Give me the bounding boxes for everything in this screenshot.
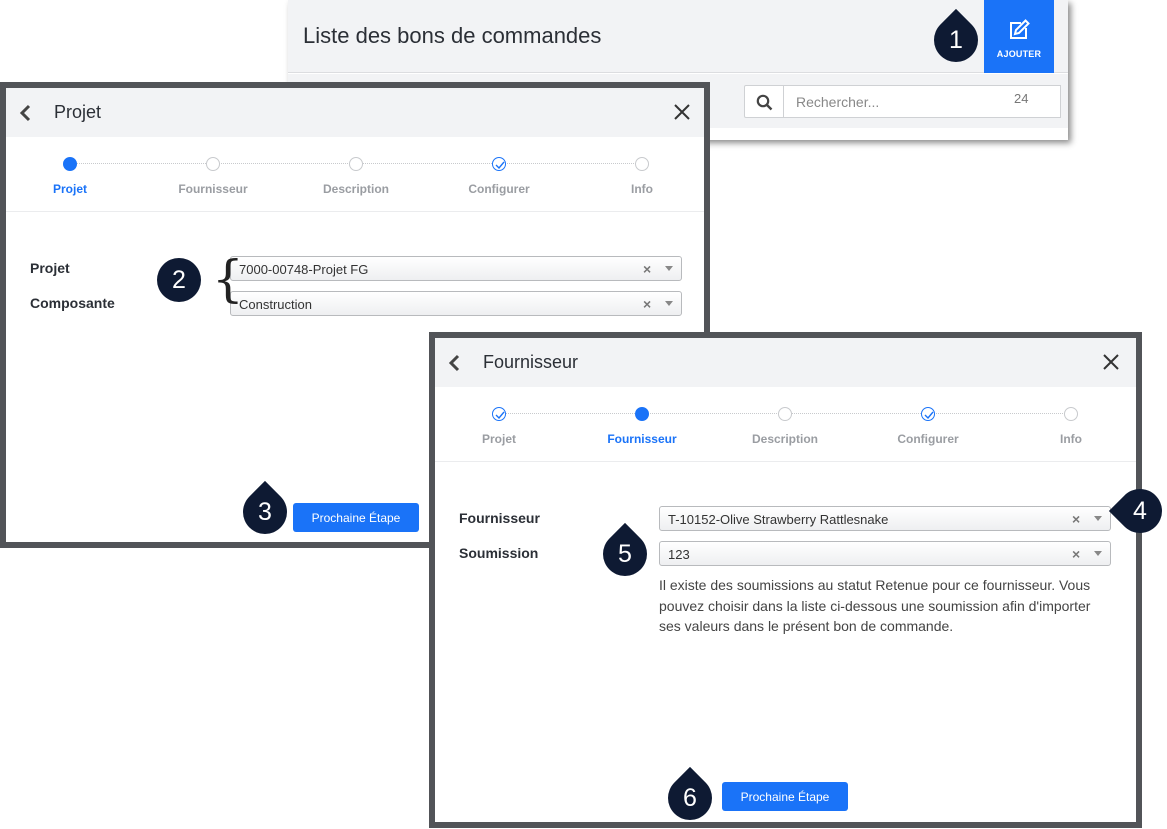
search-button[interactable] [744,85,784,118]
next-step-button[interactable]: Prochaine Étape [722,782,848,811]
step-description[interactable]: Description [725,407,845,446]
step-dot [778,407,792,421]
step-label: Configurer [468,182,530,196]
stepper: Projet Fournisseur Description Configure… [6,137,704,212]
caret-icon[interactable] [665,266,673,271]
page-title: Liste des bons de commandes [303,23,602,48]
fournisseur-label: Fournisseur [459,510,540,526]
fournisseur-value: T-10152-Olive Strawberry Rattlesnake [668,512,889,527]
check-icon [495,161,505,169]
clear-icon[interactable]: × [1072,511,1080,527]
composante-label: Composante [30,295,115,311]
step-label: Configurer [897,432,959,446]
soumission-select[interactable]: 123 × [659,541,1111,566]
step-label: Description [322,182,389,196]
search-icon [756,94,773,111]
step-projet[interactable]: Projet [439,407,559,446]
projet-value: 7000-00748-Projet FG [239,262,369,277]
composante-value: Construction [239,297,312,312]
result-count: 24 [1014,91,1029,106]
step-label: Projet [52,182,87,196]
caret-icon[interactable] [1094,516,1102,521]
step-fournisseur[interactable]: Fournisseur [582,407,702,446]
dialog-header: Projet [6,88,704,137]
stepper: Projet Fournisseur Description Configure… [435,387,1136,462]
caret-icon[interactable] [1094,551,1102,556]
step-label: Fournisseur [607,432,677,446]
close-icon[interactable] [1102,353,1120,371]
clear-icon[interactable]: × [1072,546,1080,562]
step-dot [349,157,363,171]
dialog-title: Projet [54,102,102,122]
projet-select[interactable]: 7000-00748-Projet FG × [230,256,682,281]
step-projet[interactable]: Projet [10,157,130,196]
step-fournisseur[interactable]: Fournisseur [153,157,273,196]
next-step-button[interactable]: Prochaine Étape [293,503,419,532]
clear-icon[interactable]: × [643,261,651,277]
step-dot [206,157,220,171]
dialog-title: Fournisseur [483,352,579,372]
dialog-header: Fournisseur [435,338,1136,387]
step-description[interactable]: Description [296,157,416,196]
brace-symbol: { [212,250,244,308]
step-label: Fournisseur [178,182,248,196]
dialog-fournisseur: Fournisseur Projet Fournisseur Descripti… [429,332,1142,828]
caret-icon[interactable] [665,301,673,306]
step-dot [1064,407,1078,421]
clear-icon[interactable]: × [643,296,651,312]
projet-label: Projet [30,260,70,276]
step-label: Info [631,182,653,196]
fournisseur-select[interactable]: T-10152-Olive Strawberry Rattlesnake × [659,506,1111,531]
step-label: Info [1060,432,1082,446]
composante-select[interactable]: Construction × [230,291,682,316]
back-icon[interactable] [447,354,461,372]
step-label: Description [751,432,818,446]
step-dot [492,157,506,171]
step-configurer[interactable]: Configurer [868,407,988,446]
close-icon[interactable] [673,103,691,121]
check-icon [495,411,505,419]
back-icon[interactable] [18,104,32,122]
step-info[interactable]: Info [582,157,702,196]
soumission-label: Soumission [459,545,539,561]
soumission-value: 123 [668,547,690,562]
callout-2: 2 [157,258,201,302]
step-dot [921,407,935,421]
soumission-info-text: Il existe des soumissions au statut Rete… [659,577,1091,634]
add-button-label: AJOUTER [996,49,1042,59]
check-icon [924,411,934,419]
add-button[interactable]: AJOUTER [984,0,1054,73]
step-dot [635,157,649,171]
step-dot [492,407,506,421]
step-dot [63,157,77,171]
step-configurer[interactable]: Configurer [439,157,559,196]
step-dot [635,407,649,421]
step-info[interactable]: Info [1011,407,1131,446]
edit-icon [1010,19,1030,39]
step-label: Projet [481,432,516,446]
